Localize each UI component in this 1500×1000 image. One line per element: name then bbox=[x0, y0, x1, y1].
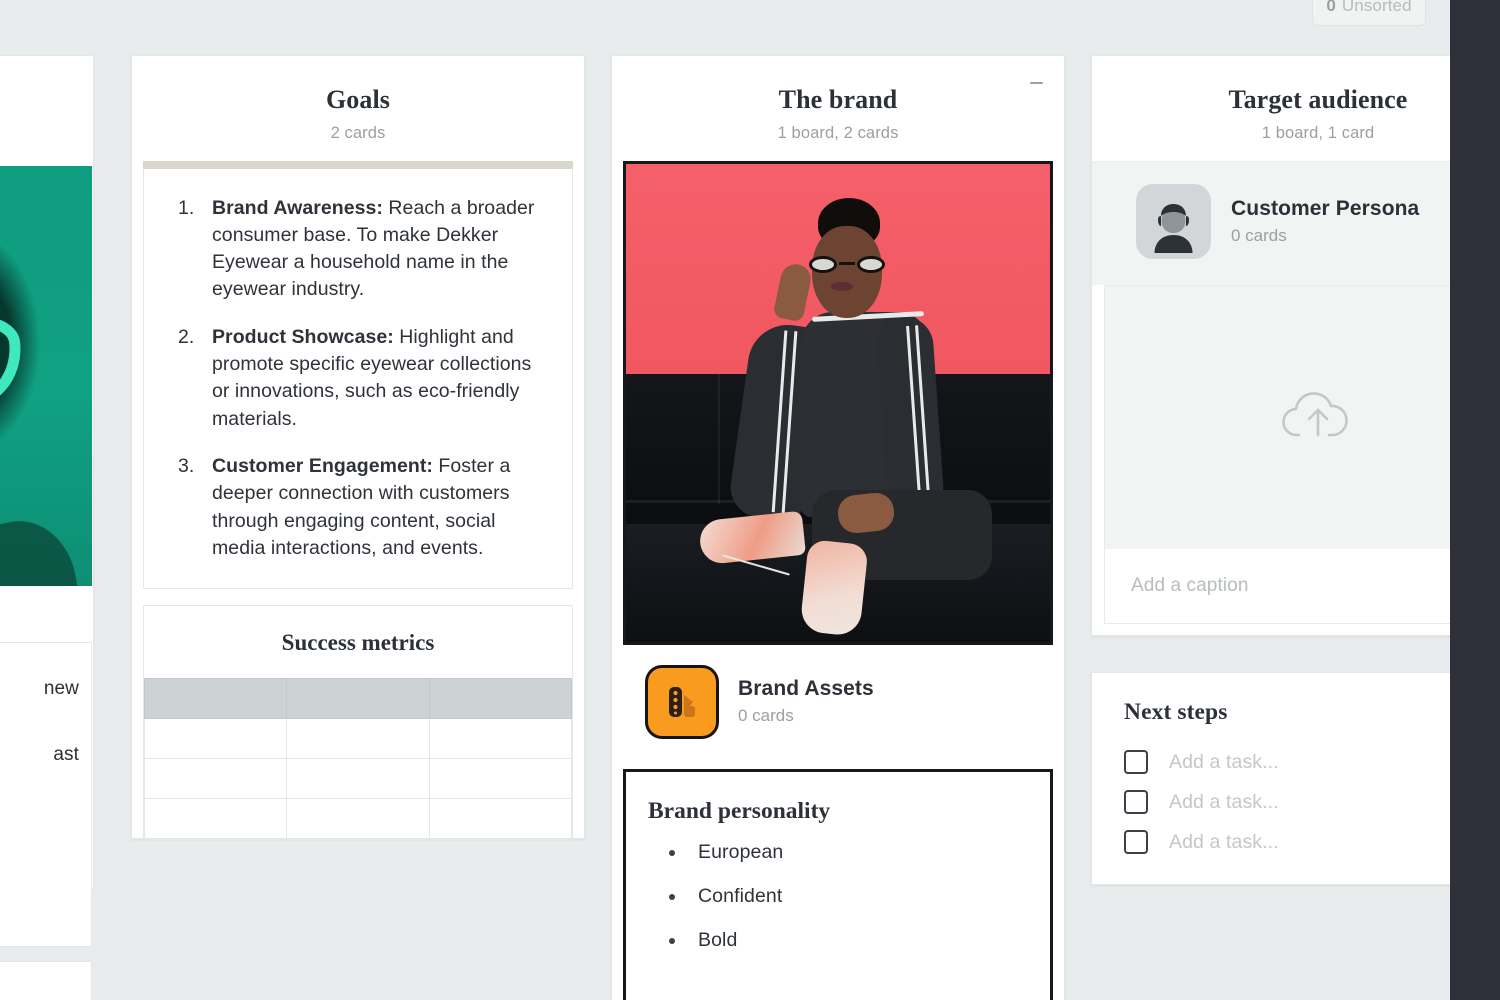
left-text-fragment-2: ast bbox=[53, 744, 79, 765]
brand-title: The brand bbox=[778, 85, 898, 114]
caption-input[interactable]: Add a caption bbox=[1105, 549, 1500, 623]
customer-persona-board-row[interactable]: Customer Persona 0 cards bbox=[1092, 160, 1500, 285]
goals-note-card[interactable]: Brand Awareness: Reach a broader consume… bbox=[143, 168, 573, 590]
person-right-arm bbox=[875, 313, 945, 508]
person-shoe-right bbox=[799, 538, 869, 637]
goal-item: Customer Engagement: Foster a deeper con… bbox=[160, 453, 550, 562]
success-metrics-title: Success metrics bbox=[281, 630, 435, 656]
customer-persona-text: Customer Persona 0 cards bbox=[1231, 197, 1419, 246]
table-row bbox=[143, 718, 573, 760]
table-cell[interactable] bbox=[286, 758, 430, 800]
cloud-upload-icon bbox=[1282, 392, 1348, 437]
table-cell[interactable] bbox=[428, 758, 573, 800]
goal-lead: Brand Awareness: bbox=[212, 196, 383, 219]
board-canvas: 0 Unsorted er new ast Goals 2 cards Bran… bbox=[0, 0, 1500, 1000]
task-row[interactable]: Add a task... bbox=[1124, 742, 1500, 782]
next-steps-card[interactable]: Next steps Add a task... Add a task... A… bbox=[1091, 672, 1500, 885]
unsorted-count: 0 bbox=[1326, 0, 1336, 15]
upload-dropzone[interactable] bbox=[1105, 285, 1500, 549]
table-row bbox=[143, 798, 573, 840]
goals-column[interactable]: Goals 2 cards Brand Awareness: Reach a b… bbox=[131, 55, 585, 841]
person-hand bbox=[772, 261, 814, 323]
task-input[interactable]: Add a task... bbox=[1169, 831, 1279, 854]
task-row[interactable]: Add a task... bbox=[1124, 782, 1500, 822]
table-header-cell[interactable] bbox=[286, 678, 430, 720]
table-row bbox=[143, 758, 573, 800]
brand-card-count: 1 board, 2 cards bbox=[777, 123, 899, 142]
sunglasses-lens-graphic bbox=[0, 311, 27, 415]
task-checkbox[interactable] bbox=[1124, 750, 1148, 774]
left-text-fragment-1: new bbox=[43, 678, 79, 699]
task-checkbox[interactable] bbox=[1124, 830, 1148, 854]
sunglasses-icon bbox=[809, 255, 885, 274]
brand-photo-card[interactable] bbox=[623, 160, 1053, 645]
color-swatch-icon bbox=[645, 664, 719, 739]
brand-personality-list: European Confident Bold bbox=[648, 841, 1028, 952]
goal-item: Brand Awareness: Reach a broader consume… bbox=[160, 195, 550, 304]
table-cell[interactable] bbox=[428, 798, 573, 840]
minimize-bar bbox=[1029, 82, 1043, 84]
table-cell[interactable] bbox=[143, 798, 288, 840]
goals-title: Goals bbox=[325, 85, 391, 114]
table-cell[interactable] bbox=[143, 718, 288, 760]
goals-card-count: 2 cards bbox=[330, 123, 386, 142]
image-upload-card[interactable]: Add a caption bbox=[1104, 284, 1500, 624]
brand-personality-title: Brand personality bbox=[648, 797, 831, 824]
customer-persona-name: Customer Persona bbox=[1231, 196, 1420, 220]
list-item: Bold bbox=[656, 929, 1028, 952]
leaf-shape bbox=[0, 514, 80, 586]
customer-persona-card-count: 0 cards bbox=[1231, 225, 1287, 245]
success-metrics-card[interactable]: Success metrics bbox=[143, 605, 573, 841]
table-cell[interactable] bbox=[143, 758, 288, 800]
brand-personality-card[interactable]: Brand personality European Confident Bol… bbox=[623, 768, 1053, 1000]
list-item: Confident bbox=[656, 885, 1028, 908]
minimize-icon[interactable] bbox=[1025, 72, 1047, 94]
target-audience-column[interactable]: Target audience 1 board, 1 card Customer… bbox=[1091, 55, 1500, 636]
left-empty-card[interactable] bbox=[0, 961, 92, 1000]
audience-title: Target audience bbox=[1228, 85, 1408, 114]
table-header-cell[interactable] bbox=[428, 678, 573, 720]
brand-assets-card-count: 0 cards bbox=[738, 706, 794, 726]
audience-card-count: 1 board, 1 card bbox=[1261, 123, 1375, 142]
table-cell[interactable] bbox=[286, 718, 430, 760]
unsorted-label: Unsorted bbox=[1341, 0, 1412, 15]
task-input[interactable]: Add a task... bbox=[1169, 791, 1279, 814]
left-partial-column[interactable]: er new ast bbox=[0, 55, 94, 1000]
next-steps-title: Next steps bbox=[1124, 699, 1228, 725]
right-dark-panel bbox=[1450, 0, 1500, 1000]
brand-column[interactable]: The brand 1 board, 2 cards Brand Assets … bbox=[611, 55, 1065, 1000]
left-text-card[interactable]: new ast bbox=[0, 642, 92, 947]
task-input[interactable]: Add a task... bbox=[1169, 751, 1279, 774]
person-lips bbox=[831, 281, 853, 291]
brand-photo bbox=[626, 163, 1050, 642]
table-cell[interactable] bbox=[428, 718, 573, 760]
unsorted-button[interactable]: 0 Unsorted bbox=[1312, 0, 1426, 26]
brand-assets-text: Brand Assets 0 cards bbox=[738, 677, 874, 726]
table-header-cell[interactable] bbox=[143, 678, 288, 720]
brand-assets-name: Brand Assets bbox=[738, 677, 874, 701]
goals-accent-bar bbox=[143, 160, 573, 169]
table-cell[interactable] bbox=[286, 798, 430, 840]
goal-lead: Product Showcase: bbox=[212, 325, 394, 348]
goals-header: Goals 2 cards bbox=[132, 56, 584, 161]
audience-header: Target audience 1 board, 1 card bbox=[1092, 56, 1500, 161]
table-header-row bbox=[143, 678, 573, 720]
brand-header: The brand 1 board, 2 cards bbox=[612, 56, 1064, 161]
goal-item: Product Showcase: Highlight and promote … bbox=[160, 324, 550, 433]
task-checkbox[interactable] bbox=[1124, 790, 1148, 814]
list-item: European bbox=[656, 841, 1028, 864]
person-avatar-icon bbox=[1136, 183, 1211, 259]
task-row[interactable]: Add a task... bbox=[1124, 822, 1500, 862]
success-metrics-table[interactable] bbox=[143, 678, 573, 840]
goal-lead: Customer Engagement: bbox=[212, 454, 433, 477]
brand-assets-board-row[interactable]: Brand Assets 0 cards bbox=[612, 644, 1064, 763]
eyewear-brand-image: er bbox=[0, 166, 92, 586]
goals-list: Brand Awareness: Reach a broader consume… bbox=[144, 169, 572, 589]
